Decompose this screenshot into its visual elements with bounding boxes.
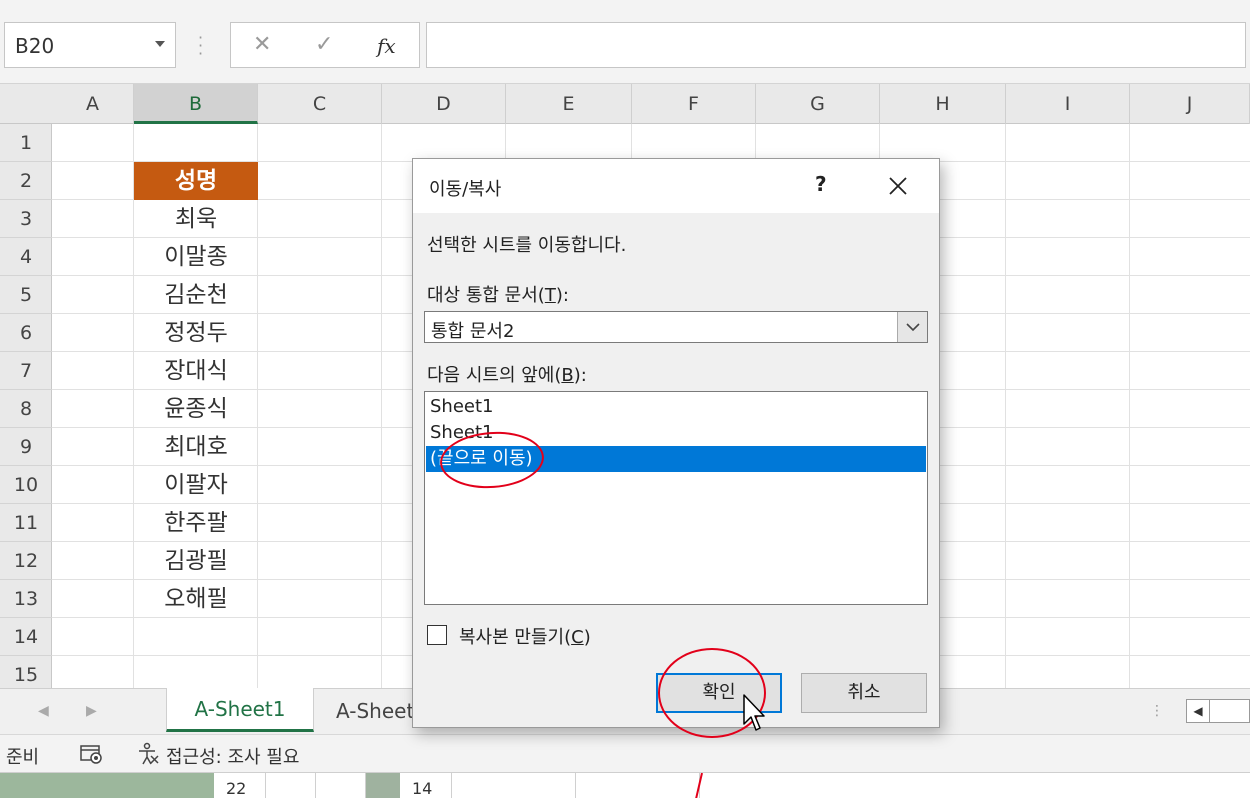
label-text: ): [573, 365, 587, 386]
sheet-tab-a-sheet2[interactable]: A-Sheet [336, 689, 414, 733]
dialog-titlebar[interactable]: 이동/복사 ? [413, 159, 939, 213]
column-header-f[interactable]: F [632, 84, 756, 124]
cell-b12[interactable]: 김광필 [134, 542, 258, 580]
cell-b13[interactable]: 오해필 [134, 580, 258, 618]
cell-b2-header[interactable]: 성명 [134, 162, 258, 200]
column-header-b[interactable]: B [134, 84, 258, 124]
drag-handle-icon[interactable]: ⋮ [1150, 703, 1164, 719]
dialog-description: 선택한 시트를 이동합니다. [427, 235, 627, 256]
grid-cell [316, 773, 366, 798]
status-ready: 준비 [6, 747, 40, 768]
grid-cell [452, 773, 576, 798]
gridline [381, 124, 382, 688]
cell-b6[interactable]: 정정두 [134, 314, 258, 352]
row-header-4[interactable]: 4 [0, 238, 52, 276]
horizontal-scrollbar[interactable] [1210, 699, 1250, 723]
close-icon[interactable] [887, 175, 909, 197]
grid-cell [576, 773, 700, 798]
accelerator-key: T [544, 285, 556, 306]
drag-handle-icon[interactable]: · · · [198, 30, 203, 62]
label-text: ): [555, 285, 569, 306]
column-header-j[interactable]: J [1130, 84, 1250, 124]
column-header: A B C D E F G H I J [0, 84, 1250, 124]
create-copy-checkbox[interactable] [427, 625, 447, 645]
sheet-tab-a-sheet1[interactable]: A-Sheet1 [166, 688, 314, 732]
insert-function-icon[interactable]: fx [377, 34, 396, 58]
cell-b11[interactable]: 한주팔 [134, 504, 258, 542]
status-bar: 준비 접근성: 조사 필요 [0, 734, 1250, 772]
before-sheet-label: 다음 시트의 앞에(B): [427, 361, 587, 387]
chevron-down-icon [906, 323, 920, 332]
cell-b3[interactable]: 최욱 [134, 200, 258, 238]
before-sheet-list[interactable]: Sheet1 Sheet1 (끝으로 이동) [424, 391, 928, 605]
name-box[interactable]: B20 [4, 22, 176, 68]
row-header: 1 2 3 4 5 6 7 8 9 10 11 12 13 14 15 [0, 124, 52, 694]
list-item[interactable]: Sheet1 [426, 394, 926, 420]
cancel-button[interactable]: 취소 [801, 673, 927, 713]
row-header-1[interactable]: 1 [0, 124, 52, 162]
row-header-5[interactable]: 5 [0, 276, 52, 314]
column-header-c[interactable]: C [258, 84, 382, 124]
cell-b8[interactable]: 윤종식 [134, 390, 258, 428]
background-image [0, 773, 214, 798]
row-header-11[interactable]: 11 [0, 504, 52, 542]
chevron-down-icon[interactable] [155, 41, 165, 47]
macro-record-icon[interactable] [80, 743, 104, 765]
grid-cell [266, 773, 316, 798]
mouse-cursor-icon [743, 694, 765, 731]
row-header-8[interactable]: 8 [0, 390, 52, 428]
dialog-title: 이동/복사 [429, 179, 502, 200]
scroll-left-icon[interactable]: ◀ [1186, 699, 1210, 723]
accelerator-key: B [561, 365, 574, 386]
accessibility-status[interactable]: 접근성: 조사 필요 [166, 743, 299, 769]
row-header-3[interactable]: 3 [0, 200, 52, 238]
label-text: 다음 시트의 앞에( [427, 365, 562, 386]
accessibility-icon[interactable] [136, 742, 160, 766]
row-number: 14 [400, 773, 452, 798]
row-header-10[interactable]: 10 [0, 466, 52, 504]
row-header-9[interactable]: 9 [0, 428, 52, 466]
annotation-line [695, 773, 703, 798]
row-header-7[interactable]: 7 [0, 352, 52, 390]
row-header-14[interactable]: 14 [0, 618, 52, 656]
dest-workbook-value: 통합 문서2 [431, 321, 515, 342]
label-text: 복사본 만들기( [459, 627, 572, 648]
column-header-e[interactable]: E [506, 84, 632, 124]
column-header-h[interactable]: H [880, 84, 1006, 124]
column-header-i[interactable]: I [1006, 84, 1130, 124]
column-header-d[interactable]: D [382, 84, 506, 124]
enter-icon[interactable]: ✓ [315, 32, 333, 57]
formula-input[interactable] [426, 22, 1246, 68]
row-header-12[interactable]: 12 [0, 542, 52, 580]
row-header-6[interactable]: 6 [0, 314, 52, 352]
column-header-a[interactable]: A [52, 84, 134, 124]
row-header-2[interactable]: 2 [0, 162, 52, 200]
create-copy-label[interactable]: 복사본 만들기(C) [459, 623, 591, 649]
gridline [1005, 124, 1006, 688]
cancel-icon[interactable]: ✕ [253, 32, 271, 57]
dropdown-button[interactable] [897, 312, 927, 342]
gridline [1129, 124, 1130, 688]
cell-b4[interactable]: 이말종 [134, 238, 258, 276]
row-number: 22 [214, 773, 266, 798]
name-box-value: B20 [15, 34, 55, 58]
dest-workbook-label: 대상 통합 문서(T): [427, 281, 569, 307]
label-text: ) [583, 627, 591, 648]
label-text: 대상 통합 문서( [427, 285, 545, 306]
formula-bar: B20 · · · ✕ ✓ fx [0, 0, 1250, 84]
row-header-13[interactable]: 13 [0, 580, 52, 618]
column-header-g[interactable]: G [756, 84, 880, 124]
scroll-tabs-right-icon[interactable]: ▶ [86, 703, 97, 719]
cell-b7[interactable]: 장대식 [134, 352, 258, 390]
cell-b5[interactable]: 김순천 [134, 276, 258, 314]
help-icon[interactable]: ? [815, 172, 827, 196]
background-window: 22 14 [0, 772, 1250, 798]
formula-buttons: ✕ ✓ fx [230, 22, 420, 68]
background-image [366, 773, 400, 798]
scroll-tabs-left-icon[interactable]: ◀ [38, 703, 49, 719]
dest-workbook-select[interactable]: 통합 문서2 [424, 311, 928, 343]
accelerator-key: C [571, 627, 584, 648]
cell-b9[interactable]: 최대호 [134, 428, 258, 466]
cell-b10[interactable]: 이팔자 [134, 466, 258, 504]
